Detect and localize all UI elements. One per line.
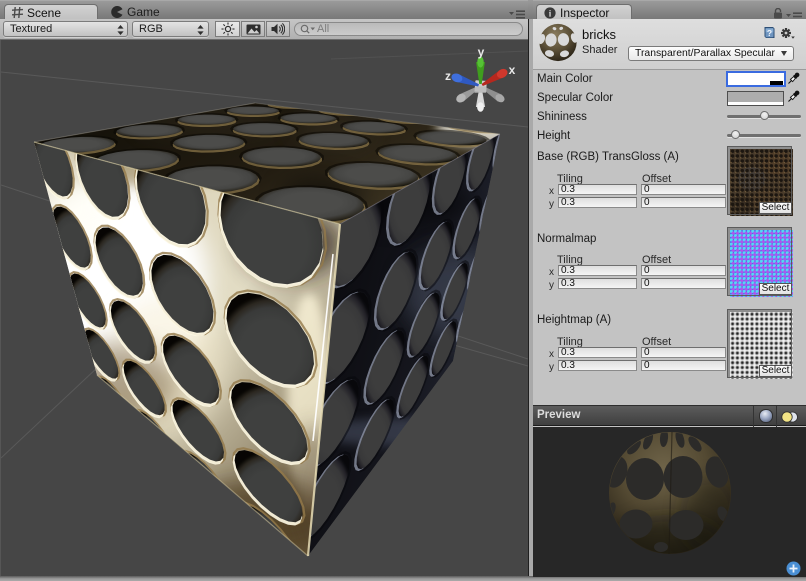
svg-text:z: z [445,69,451,83]
svg-text:x: x [509,63,516,77]
svg-text:?: ? [767,28,772,38]
svg-text:y: y [478,45,485,59]
